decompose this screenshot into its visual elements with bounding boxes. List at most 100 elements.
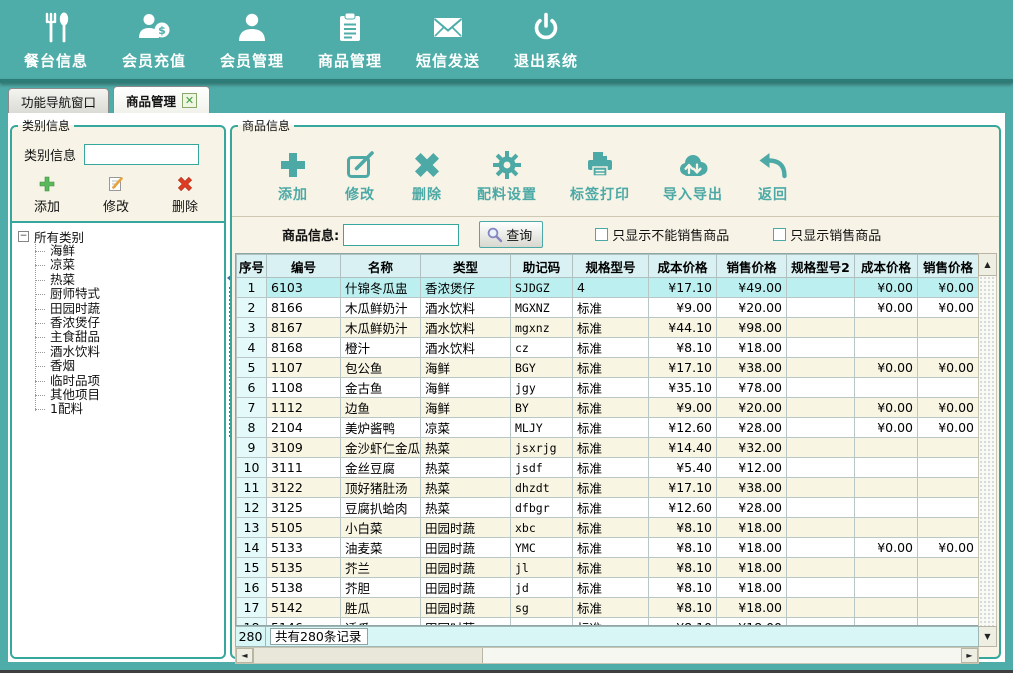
column-header[interactable]: 成本价格 — [649, 255, 717, 278]
column-header[interactable]: 类型 — [421, 255, 511, 278]
cell: 海鲜 — [421, 398, 511, 418]
cell — [918, 498, 979, 518]
scroll-right-icon[interactable]: ► — [961, 648, 978, 663]
tree-item[interactable]: 1配料 — [24, 402, 220, 416]
table-row[interactable]: 185146适瓜田园时蔬sg标准¥8.10¥18.00 — [237, 618, 979, 627]
table-row[interactable]: 28166木瓜鲜奶汁酒水饮料MGXNZ标准¥9.00¥20.00¥0.00¥0.… — [237, 298, 979, 318]
cell — [855, 338, 918, 358]
return-button[interactable]: 返回 — [756, 148, 790, 204]
tree-root[interactable]: − 所有类别 — [18, 229, 220, 244]
cell: ¥9.00 — [649, 398, 717, 418]
tree-item[interactable]: 厨师特式 — [24, 287, 220, 301]
tree-collapse-icon[interactable]: − — [18, 231, 29, 242]
category-add-button[interactable]: 添加 — [34, 175, 60, 215]
checkbox-icon[interactable] — [773, 228, 786, 241]
cell: ¥0.00 — [918, 278, 979, 298]
table-row[interactable]: 38167木瓜鲜奶汁酒水饮料mgxnz标准¥44.10¥98.00 — [237, 318, 979, 338]
column-header[interactable]: 规格型号2 — [787, 255, 855, 278]
column-header[interactable]: 编号 — [267, 255, 341, 278]
horizontal-scrollbar[interactable]: ◄ ► — [235, 647, 979, 664]
product-search-input[interactable] — [343, 224, 459, 246]
column-header[interactable]: 销售价格 — [918, 255, 979, 278]
scroll-down-icon[interactable]: ▼ — [978, 626, 997, 647]
product-delete-button[interactable]: 删除 — [410, 148, 444, 204]
nav-member-manage[interactable]: 会员管理 — [210, 4, 294, 76]
table-row[interactable]: 82104美炉酱鸭凉菜MLJY标准¥12.60¥28.00¥0.00¥0.00 — [237, 418, 979, 438]
column-header[interactable]: 助记码 — [511, 255, 573, 278]
table-row[interactable]: 155135芥兰田园时蔬jl标准¥8.10¥18.00 — [237, 558, 979, 578]
table-row[interactable]: 175142胜瓜田园时蔬sg标准¥8.10¥18.00 — [237, 598, 979, 618]
column-header[interactable]: 规格型号 — [573, 255, 649, 278]
checkbox-show-sellable[interactable]: 只显示销售商品 — [773, 225, 881, 244]
scrollbar-track[interactable] — [978, 276, 997, 626]
tree-item[interactable]: 热菜 — [24, 273, 220, 287]
label-print-button[interactable]: 标签打印 — [570, 148, 630, 204]
cell: 标准 — [573, 558, 649, 578]
tree-item[interactable]: 其他项目 — [24, 388, 220, 402]
cell: 芥胆 — [341, 578, 421, 598]
category-input[interactable] — [84, 144, 199, 165]
row-number-cell: 7 — [237, 398, 267, 418]
table-row[interactable]: 135105小白菜田园时蔬xbc标准¥8.10¥18.00 — [237, 518, 979, 538]
table-row[interactable]: 61108金古鱼海鲜jgy标准¥35.10¥78.00 — [237, 378, 979, 398]
cell: ¥12.60 — [649, 498, 717, 518]
product-toolbar: 添加 修改 删除 — [232, 134, 999, 216]
tab-nav-window[interactable]: 功能导航窗口 — [8, 88, 109, 113]
checkbox-hide-unsellable[interactable]: 只显示不能销售商品 — [595, 225, 729, 244]
cell: jl — [511, 558, 573, 578]
cell: 5142 — [267, 598, 341, 618]
tree-item[interactable]: 田园时蔬 — [24, 302, 220, 316]
tree-item[interactable]: 香烟 — [24, 359, 220, 373]
scroll-up-icon[interactable]: ▲ — [978, 253, 997, 276]
status-bar: 280 共有280条记录 — [235, 626, 979, 647]
cell: MLJY — [511, 418, 573, 438]
nav-member-recharge[interactable]: $ 会员充值 — [112, 4, 196, 76]
cell: 油麦菜 — [341, 538, 421, 558]
nav-sms-send[interactable]: 短信发送 — [406, 4, 490, 76]
scrollbar-thumb[interactable] — [253, 648, 483, 663]
product-add-button[interactable]: 添加 — [276, 148, 310, 204]
column-header[interactable]: 序号 — [237, 255, 267, 278]
checkbox-icon[interactable] — [595, 228, 608, 241]
table-row[interactable]: 145133油麦菜田园时蔬YMC标准¥8.10¥18.00¥0.00¥0.00 — [237, 538, 979, 558]
cell: 酒水饮料 — [421, 298, 511, 318]
table-row[interactable]: 93109金沙虾仁金瓜热菜jsxrjg标准¥14.40¥32.00 — [237, 438, 979, 458]
tree-item[interactable]: 香浓煲仔 — [24, 316, 220, 330]
nav-table-info[interactable]: 餐台信息 — [14, 4, 98, 76]
query-button[interactable]: 查询 — [479, 221, 543, 248]
tab-product-manage[interactable]: 商品管理 ✕ — [113, 86, 210, 113]
column-header[interactable]: 成本价格 — [855, 255, 918, 278]
vertical-scrollbar[interactable]: ▲ ▼ — [978, 253, 997, 647]
cell: 适瓜 — [341, 618, 421, 627]
import-export-button[interactable]: 导入导出 — [663, 148, 723, 204]
tree-item[interactable]: 临时品项 — [24, 374, 220, 388]
table-row[interactable]: 16103什锦冬瓜盅香浓煲仔SJDGZ4¥17.10¥49.00¥0.00¥0.… — [237, 278, 979, 298]
scrollbar-track[interactable] — [483, 648, 961, 663]
column-header[interactable]: 名称 — [341, 255, 421, 278]
nav-exit-system[interactable]: 退出系统 — [504, 4, 588, 76]
table-row[interactable]: 165138芥胆田园时蔬jd标准¥8.10¥18.00 — [237, 578, 979, 598]
member-manage-icon — [233, 10, 271, 46]
product-modify-button[interactable]: 修改 — [343, 148, 377, 204]
table-row[interactable]: 123125豆腐扒蛤肉热菜dfbgr标准¥12.60¥28.00 — [237, 498, 979, 518]
tree-item[interactable]: 海鲜 — [24, 244, 220, 258]
cell: 标准 — [573, 598, 649, 618]
tree-item[interactable]: 凉菜 — [24, 258, 220, 272]
table-row[interactable]: 113122顶好猪肚汤热菜dhzdt标准¥17.10¥38.00 — [237, 478, 979, 498]
table-row[interactable]: 71112边鱼海鲜BY标准¥9.00¥20.00¥0.00¥0.00 — [237, 398, 979, 418]
table-row[interactable]: 103111金丝豆腐热菜jsdf标准¥5.40¥12.00 — [237, 458, 979, 478]
row-number-cell: 3 — [237, 318, 267, 338]
cell: 标准 — [573, 358, 649, 378]
ingredient-settings-button[interactable]: 配料设置 — [477, 148, 537, 204]
column-header[interactable]: 销售价格 — [717, 255, 787, 278]
table-row[interactable]: 51107包公鱼海鲜BGY标准¥17.10¥38.00¥0.00¥0.00 — [237, 358, 979, 378]
category-modify-button[interactable]: 修改 — [103, 175, 129, 215]
nav-product-manage[interactable]: 商品管理 — [308, 4, 392, 76]
table-row[interactable]: 48168橙汁酒水饮料cz标准¥8.10¥18.00 — [237, 338, 979, 358]
tree-item[interactable]: 主食甜品 — [24, 330, 220, 344]
scroll-left-icon[interactable]: ◄ — [236, 648, 253, 663]
close-icon[interactable]: ✕ — [182, 93, 197, 108]
cell: 田园时蔬 — [421, 618, 511, 627]
tree-item[interactable]: 酒水饮料 — [24, 345, 220, 359]
category-delete-button[interactable]: 删除 — [172, 175, 198, 215]
